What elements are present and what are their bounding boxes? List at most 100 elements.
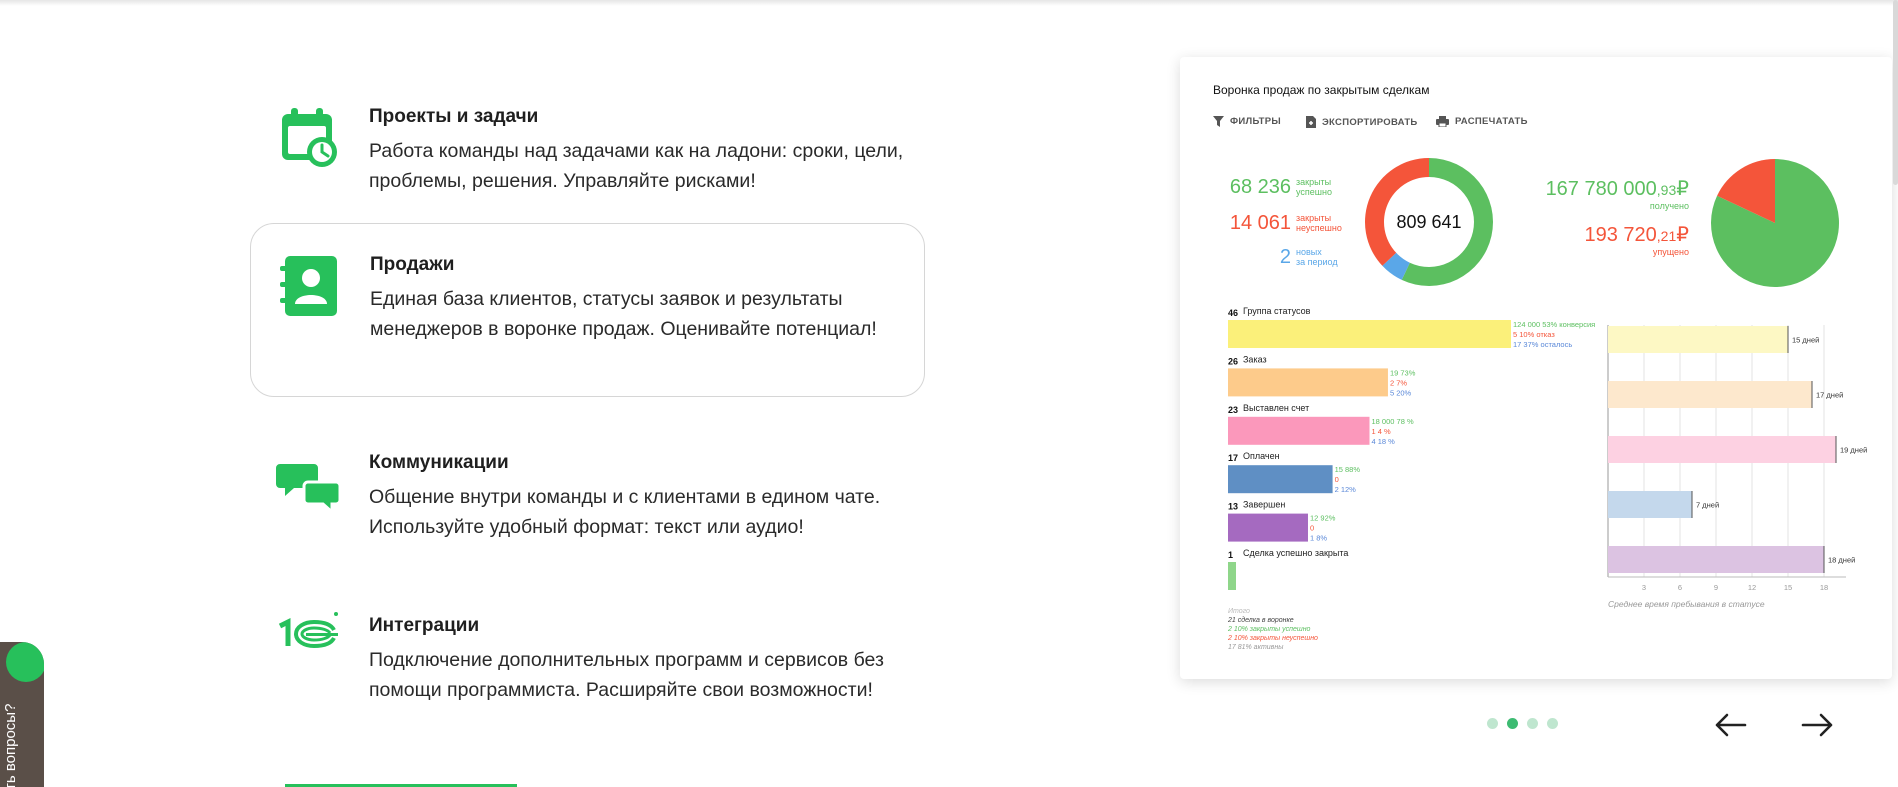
x-tick-label: 15 — [1784, 583, 1792, 592]
stage-count: 13 — [1228, 502, 1238, 512]
carousel-dot[interactable] — [1527, 718, 1538, 729]
feature-description: Единая база клиентов, статусы заявок и р… — [370, 288, 877, 340]
duration-bar — [1608, 546, 1824, 573]
funnel-summary: 2 10% закрыты неуспешно — [1227, 635, 1318, 642]
deals-donut-chart: 809 641 — [1365, 158, 1493, 286]
stage-label: Выставлен счет — [1243, 403, 1309, 413]
feature-description: Общение внутри команды и с клиентами в е… — [369, 486, 881, 538]
legend-label: успешно — [1296, 187, 1332, 197]
duration-bar-chart: 3 6 9 12 15 18 15 дней 17 дней 19 дней 7 дней 18 д… — [1607, 325, 1867, 609]
funnel-bar — [1228, 562, 1236, 590]
funnel-summary: 2 10% закрыты успешно — [1227, 626, 1311, 633]
stage-annotation: 19 73% — [1390, 368, 1416, 377]
carousel-dot[interactable] — [1547, 718, 1558, 729]
feature-sales[interactable]: Продажи Единая база клиентов, статусы за… — [250, 223, 925, 397]
funnel-bar — [1228, 513, 1308, 542]
amount: 193 720 — [1585, 224, 1657, 246]
feature-title: Проекты и задачи — [369, 106, 539, 127]
stage-annotation: 2 7% — [1390, 378, 1407, 387]
funnel-summary: 21 сделка в воронке — [1227, 616, 1294, 624]
stage-annotation: 5 20% — [1390, 388, 1412, 397]
dashboard-charts: 809 641 68 236 закрытыуспешно14 061 закрыт… — [1227, 158, 1867, 651]
funnel-bar — [1228, 320, 1511, 348]
funnel-summary: Итого — [1228, 608, 1250, 615]
next-arrow-icon[interactable] — [1801, 710, 1835, 740]
legend-label: закрыты — [1296, 177, 1331, 187]
stage-label: Заказ — [1243, 354, 1267, 364]
chat-bubbles-icon — [276, 464, 342, 516]
stage-count: 17 — [1228, 453, 1238, 463]
duration-label: 19 дней — [1840, 446, 1867, 455]
stage-annotation: 1 8% — [1310, 534, 1327, 543]
carousel-dot-active[interactable] — [1507, 718, 1518, 729]
help-accent-circle — [6, 642, 44, 682]
contact-book-icon — [280, 256, 337, 316]
stage-annotation: 18 000 78 % — [1372, 417, 1414, 426]
x-tick-label: 18 — [1820, 583, 1828, 592]
stage-annotation: 124 000 53% конверсия — [1513, 320, 1595, 329]
stage-label: Группа статусов — [1243, 306, 1311, 316]
feature-title: Интеграции — [369, 615, 480, 636]
currency: ₽ — [1676, 178, 1689, 200]
page-scrollbar[interactable] — [1893, 0, 1898, 185]
stage-annotation: 1 4 % — [1372, 427, 1392, 436]
stage-label: Завершен — [1243, 500, 1285, 510]
revenue-pie-chart — [1711, 159, 1839, 287]
funnel-bar — [1228, 416, 1370, 445]
duration-bar — [1608, 326, 1788, 353]
feature-description: Работа команды над задачами как на ладон… — [369, 140, 904, 192]
prev-arrow-icon[interactable] — [1713, 710, 1747, 740]
help-tab[interactable]: ть вопросы? — [0, 642, 44, 787]
stage-annotation: 12 92% — [1310, 514, 1336, 523]
amount-cents: ,21 — [1657, 228, 1677, 244]
stage-count: 1 — [1228, 550, 1233, 560]
deals-legend: 68 236 закрытыуспешно14 061 закрытынеуспеш… — [1230, 176, 1342, 268]
legend-label: неуспешно — [1296, 223, 1342, 233]
stage-label: Оплачен — [1243, 451, 1280, 461]
calendar-clock-icon — [282, 108, 337, 167]
feature-title: Продажи — [370, 254, 455, 275]
currency: ₽ — [1676, 224, 1689, 246]
feature-communications[interactable]: Коммуникации Общение внутри команды и с … — [250, 422, 925, 596]
x-tick-label: 12 — [1748, 583, 1756, 592]
duration-label: 7 дней — [1696, 501, 1719, 510]
duration-bar — [1608, 381, 1812, 408]
carousel-dots — [1487, 718, 1558, 729]
revenue-legend: 167 780 000,93₽получено193 720,21₽упущен… — [1546, 178, 1690, 257]
legend-label: за период — [1296, 257, 1338, 267]
duration-label: 15 дней — [1792, 336, 1819, 345]
funnel-bar-chart: 46 Группа статусов124 000 53% конверсия5 … — [1227, 306, 1595, 651]
stage-count: 46 — [1228, 308, 1238, 318]
legend-value: 68 236 — [1230, 176, 1291, 198]
duration-label: 17 дней — [1816, 391, 1843, 400]
stage-annotation: 5 10% отказ — [1513, 330, 1555, 339]
duration-label: 18 дней — [1828, 556, 1855, 565]
feature-description: Подключение дополнительных программ и се… — [369, 649, 884, 701]
legend-value: 14 061 — [1230, 212, 1291, 234]
amount: 167 780 000 — [1546, 178, 1657, 200]
stage-count: 23 — [1228, 405, 1238, 415]
x-axis-title: Среднее время пребывания в статусе — [1608, 599, 1765, 609]
legend-label: новых — [1296, 247, 1322, 257]
feature-integrations[interactable]: Интеграции Подключение дополнительных пр… — [250, 585, 925, 759]
funnel-bar — [1228, 368, 1388, 397]
legend-value: 193 720,21₽ — [1585, 224, 1690, 246]
duration-bar — [1608, 491, 1692, 518]
legend-label: упущено — [1653, 247, 1689, 257]
top-shadow — [0, 0, 1898, 6]
stage-count: 26 — [1228, 356, 1238, 366]
donut-center-value: 809 641 — [1396, 212, 1461, 232]
amount-cents: ,93 — [1657, 182, 1677, 198]
legend-label: получено — [1650, 201, 1689, 211]
stage-annotation: 4 18 % — [1372, 437, 1396, 446]
stage-annotation: 15 88% — [1335, 465, 1361, 474]
legend-label: закрыты — [1296, 213, 1331, 223]
stage-annotation: 0 — [1335, 475, 1339, 484]
legend-value: 2 — [1280, 246, 1291, 268]
stage-annotation: 17 37% осталось — [1513, 340, 1572, 349]
carousel-dot[interactable] — [1487, 718, 1498, 729]
stage-annotation: 2 12% — [1335, 485, 1357, 494]
x-tick-label: 3 — [1642, 583, 1646, 592]
funnel-bar — [1228, 465, 1333, 494]
sales-funnel-panel: Воронка продаж по закрытым сделкам ФИЛЬТ… — [1180, 57, 1892, 679]
